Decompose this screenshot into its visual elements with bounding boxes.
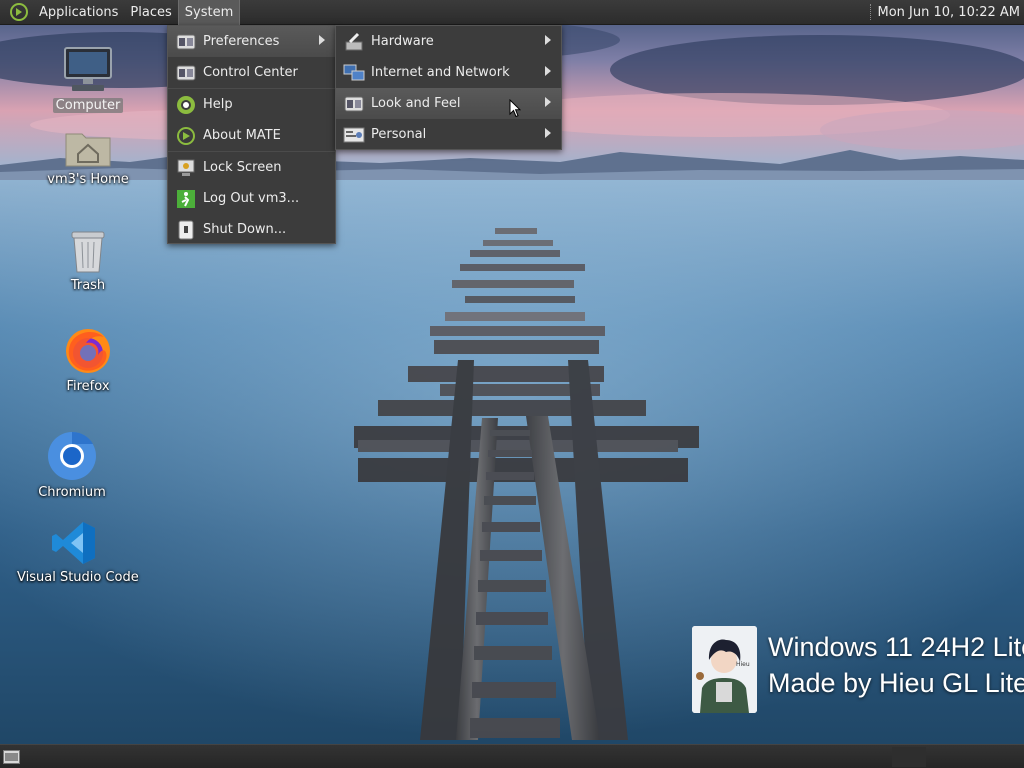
menu-applications[interactable]: Applications xyxy=(33,0,124,25)
menu-item-label: Hardware xyxy=(371,34,434,49)
system-menu: Preferences Control Center Help About MA… xyxy=(167,25,336,244)
submenu-arrow-icon xyxy=(545,97,551,107)
menu-item-label: About MATE xyxy=(203,128,281,143)
menu-item-label: Preferences xyxy=(203,34,280,49)
lock-screen-icon xyxy=(175,157,197,179)
watermark-line-2: Made by Hieu GL Lite xyxy=(768,668,1024,698)
logout-icon xyxy=(175,188,197,210)
watermark-text: Windows 11 24H2 Lite Made by Hieu GL Lit… xyxy=(768,629,1024,701)
menu-item-label: Lock Screen xyxy=(203,160,282,175)
desktop-icon-label: Computer xyxy=(52,98,124,113)
desktop-icon-label: Trash xyxy=(70,278,106,293)
menu-item-lock-screen[interactable]: Lock Screen xyxy=(168,152,335,183)
desktop-icon-label: vm3's Home xyxy=(47,172,129,187)
desktop-icon-home[interactable]: vm3's Home xyxy=(43,128,133,187)
menu-item-hardware[interactable]: Hardware xyxy=(336,26,561,57)
menu-item-label: Look and Feel xyxy=(371,96,461,111)
submenu-arrow-icon xyxy=(319,35,325,45)
menu-item-internet-network[interactable]: Internet and Network xyxy=(336,57,561,88)
menu-item-label: Log Out vm3... xyxy=(203,191,300,206)
mouse-cursor-icon xyxy=(509,99,521,118)
submenu-arrow-icon xyxy=(545,35,551,45)
menu-item-control-center[interactable]: Control Center xyxy=(168,57,335,88)
desktop-icon-vscode[interactable]: Visual Studio Code xyxy=(14,520,139,585)
network-icon xyxy=(343,62,365,84)
menu-system[interactable]: System xyxy=(177,0,241,25)
desktop-icon-label: Chromium xyxy=(38,485,106,500)
show-desktop-icon[interactable] xyxy=(3,750,20,764)
clock[interactable]: Mon Jun 10, 10:22 AM xyxy=(878,5,1021,20)
menu-item-preferences[interactable]: Preferences xyxy=(168,26,335,57)
preferences-submenu: Hardware Internet and Network Look and F… xyxy=(335,25,562,150)
workspace-switcher[interactable] xyxy=(892,747,926,767)
desktop-icon-chromium[interactable]: Chromium xyxy=(34,431,110,500)
desktop-icon-label: Visual Studio Code xyxy=(17,570,139,585)
panel-separator xyxy=(869,4,872,20)
personal-icon xyxy=(343,124,365,146)
menu-item-personal[interactable]: Personal xyxy=(336,119,561,150)
hardware-icon xyxy=(343,31,365,53)
desktop-icon-trash[interactable]: Trash xyxy=(50,228,126,293)
top-panel: Applications Places System Mon Jun 10, 1… xyxy=(0,0,1024,25)
mate-logo-icon[interactable] xyxy=(8,1,30,23)
bottom-panel xyxy=(0,744,1024,768)
submenu-arrow-icon xyxy=(545,128,551,138)
menu-item-shut-down[interactable]: Shut Down... xyxy=(168,214,335,245)
menu-item-about-mate[interactable]: About MATE xyxy=(168,120,335,151)
help-icon xyxy=(175,94,197,116)
menu-places[interactable]: Places xyxy=(124,0,177,25)
control-center-icon xyxy=(175,62,197,84)
desktop-icon-firefox[interactable]: Firefox xyxy=(50,327,126,394)
mate-logo-icon xyxy=(175,125,197,147)
computer-icon xyxy=(64,47,112,91)
author-avatar: Hieu xyxy=(692,626,757,713)
chromium-icon xyxy=(48,431,96,480)
shutdown-icon xyxy=(175,219,197,241)
submenu-arrow-icon xyxy=(545,66,551,76)
avatar-caption: Hieu xyxy=(736,661,750,668)
trash-icon xyxy=(71,231,105,273)
menu-item-label: Control Center xyxy=(203,65,298,80)
menu-item-log-out[interactable]: Log Out vm3... xyxy=(168,183,335,214)
menu-item-help[interactable]: Help xyxy=(168,89,335,120)
menu-item-look-and-feel[interactable]: Look and Feel xyxy=(336,88,561,119)
firefox-icon xyxy=(66,329,110,373)
menu-item-label: Internet and Network xyxy=(371,65,510,80)
vscode-icon xyxy=(52,522,95,564)
desktop-icon-computer[interactable]: Computer xyxy=(50,46,126,113)
look-and-feel-icon xyxy=(343,93,365,115)
menu-item-label: Help xyxy=(203,97,233,112)
preferences-icon xyxy=(175,31,197,53)
watermark-line-1: Windows 11 24H2 Lite xyxy=(768,632,1024,662)
desktop-icon-label: Firefox xyxy=(66,379,110,394)
menu-item-label: Shut Down... xyxy=(203,222,287,237)
menu-item-label: Personal xyxy=(371,127,427,142)
home-folder-icon xyxy=(65,133,111,167)
